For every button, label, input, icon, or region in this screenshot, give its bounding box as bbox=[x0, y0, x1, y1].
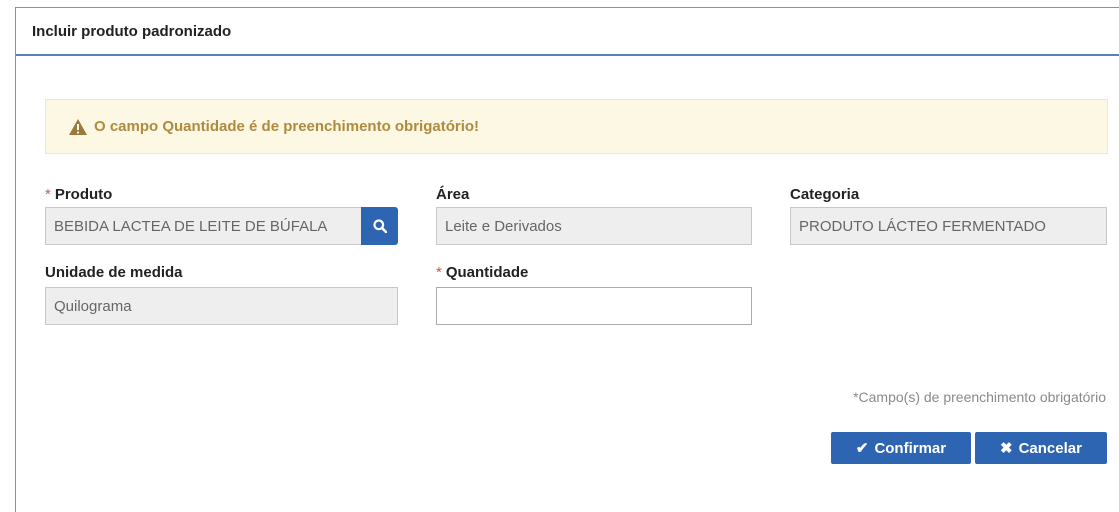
x-icon: ✖ bbox=[1000, 440, 1013, 457]
search-icon bbox=[372, 219, 387, 233]
dialog: Incluir produto padronizado O campo Quan… bbox=[15, 7, 1119, 512]
area-input: Leite e Derivados bbox=[436, 207, 752, 245]
area-label: Área bbox=[436, 186, 470, 203]
check-icon: ✔ bbox=[855, 440, 869, 457]
cancel-label: Cancelar bbox=[1018, 439, 1082, 457]
dialog-header: Incluir produto padronizado bbox=[16, 8, 1119, 56]
warning-alert: O campo Quantidade é de preenchimento ob… bbox=[45, 99, 1108, 154]
required-fields-note: *Campo(s) de preenchimento obrigatório bbox=[853, 389, 1106, 405]
dialog-title: Incluir produto padronizado bbox=[32, 22, 232, 40]
produto-input[interactable]: BEBIDA LACTEA DE LEITE DE BÚFALA bbox=[45, 207, 362, 245]
confirm-label: Confirmar bbox=[874, 439, 947, 457]
confirm-button[interactable]: ✔ Confirmar bbox=[831, 432, 971, 464]
categoria-label: Categoria bbox=[790, 186, 860, 203]
unidade-input: Quilograma bbox=[45, 287, 398, 325]
cancel-button[interactable]: ✖ Cancelar bbox=[975, 432, 1107, 464]
required-mark: * bbox=[436, 264, 442, 281]
unidade-label: Unidade de medida bbox=[45, 264, 183, 281]
alert-message: O campo Quantidade é de preenchimento ob… bbox=[94, 118, 480, 135]
produto-label-text: Produto bbox=[54, 186, 113, 203]
categoria-input: PRODUTO LÁCTEO FERMENTADO bbox=[790, 207, 1107, 245]
warning-triangle-icon bbox=[69, 118, 87, 135]
produto-label: * Produto bbox=[45, 186, 112, 203]
quantidade-input[interactable] bbox=[436, 287, 752, 325]
required-mark: * bbox=[45, 186, 51, 203]
quantidade-label: * Quantidade bbox=[436, 264, 528, 281]
quantidade-label-text: Quantidade bbox=[445, 264, 529, 281]
search-button[interactable] bbox=[361, 207, 398, 245]
